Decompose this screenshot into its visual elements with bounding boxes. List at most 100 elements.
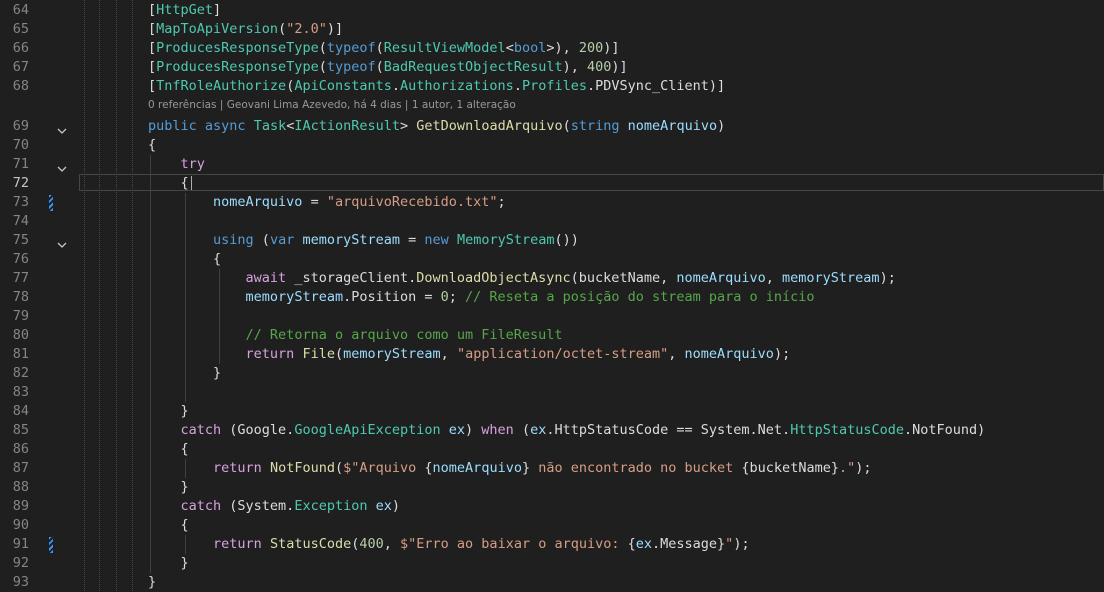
code-token: memoryStream <box>245 289 344 305</box>
code-token: _storageClient. <box>286 270 417 286</box>
code-token: Task <box>253 118 287 134</box>
code-token: HttpGet <box>156 2 214 18</box>
line-number: 72 <box>12 175 29 191</box>
code-line[interactable]: [ProducesResponseType(typeof(ResultViewM… <box>148 39 620 58</box>
code-line[interactable]: return StatusCode(400, $"Erro ao baixar … <box>148 535 750 554</box>
codelens-info[interactable]: 0 referências | Geovani Lima Azevedo, há… <box>148 98 516 112</box>
code-line[interactable]: await _storageClient.DownloadObjectAsync… <box>148 269 896 288</box>
code-line[interactable]: [TnfRoleAuthorize(ApiConstants.Authoriza… <box>148 77 725 96</box>
code-line[interactable]: } <box>148 573 156 592</box>
line-number: 75 <box>12 232 29 248</box>
code-token: } <box>521 460 531 476</box>
line-number: 81 <box>12 346 29 362</box>
code-token: return <box>245 346 295 362</box>
code-line[interactable]: [ProducesResponseType(typeof(BadRequestO… <box>148 58 628 77</box>
code-token: $"Erro ao baixar o arquivo: <box>400 536 628 552</box>
code-line[interactable]: { <box>148 174 189 193</box>
code-line[interactable]: catch (Google.GoogleApiException ex) whe… <box>148 421 986 440</box>
line-number: 74 <box>12 213 29 229</box>
indent-guide <box>184 193 186 402</box>
code-token: "arquivoRecebido.txt" <box>326 194 498 210</box>
code-line[interactable]: [MapToApiVersion("2.0")] <box>148 20 343 39</box>
code-token: < <box>505 40 514 56</box>
code-token: "application/octet-stream" <box>456 346 669 362</box>
code-token: >), <box>546 40 579 56</box>
line-number: 73 <box>12 194 29 210</box>
code-token: . <box>513 78 522 94</box>
code-line[interactable]: public async Task<IActionResult> GetDown… <box>148 117 725 136</box>
code-line[interactable]: } <box>148 402 189 421</box>
line-number: 93 <box>12 574 29 590</box>
code-token: Profiles <box>521 78 587 94</box>
line-number: 66 <box>12 40 29 56</box>
code-token: } <box>148 403 189 419</box>
code-token: )] <box>326 21 344 37</box>
line-number: 65 <box>12 21 29 37</box>
code-token: $"Arquivo <box>343 460 425 476</box>
code-token: ), <box>562 59 587 75</box>
code-token: ( <box>318 40 327 56</box>
line-number: 90 <box>12 517 29 533</box>
code-line[interactable]: [HttpGet] <box>148 1 221 20</box>
code-line[interactable]: using (var memoryStream = new MemoryStre… <box>148 231 579 250</box>
indent-guide <box>184 459 186 478</box>
code-token: "2.0" <box>286 21 327 37</box>
line-number: 82 <box>12 365 29 381</box>
code-token: string <box>570 118 620 134</box>
chevron-down-icon[interactable] <box>57 235 67 248</box>
code-token: ); <box>733 536 750 552</box>
code-line[interactable]: try <box>148 155 205 174</box>
code-line[interactable]: return File(memoryStream, "application/o… <box>148 345 791 364</box>
code-line[interactable]: { <box>148 440 189 459</box>
code-line[interactable]: { <box>148 516 189 535</box>
code-token: new <box>424 232 449 248</box>
code-token: ( <box>278 21 287 37</box>
code-line[interactable]: memoryStream.Position = 0; // Reseta a p… <box>148 288 815 307</box>
code-token: MemoryStream <box>456 232 555 248</box>
line-number: 78 <box>12 289 29 305</box>
code-editor[interactable]: 0 referências | Geovani Lima Azevedo, há… <box>0 0 1104 591</box>
code-token: , <box>765 270 783 286</box>
code-token: BadRequestObjectResult <box>383 59 563 75</box>
line-number: 69 <box>12 118 29 134</box>
code-line[interactable]: { <box>148 136 156 155</box>
line-number: 85 <box>12 422 29 438</box>
code-line[interactable]: } <box>148 478 189 497</box>
code-line[interactable]: return NotFound($"Arquivo {nomeArquivo} … <box>148 459 872 478</box>
indent-guide <box>184 535 186 554</box>
text-caret <box>191 176 192 190</box>
code-token: return <box>213 536 262 552</box>
code-token: [ <box>148 2 157 18</box>
code-token: catch <box>180 422 222 438</box>
line-number: 84 <box>12 403 29 419</box>
line-number: 88 <box>12 479 29 495</box>
line-number: 91 <box>12 536 29 552</box>
code-token: MapToApiVersion <box>156 21 279 37</box>
change-marker <box>49 195 53 211</box>
code-token: } <box>148 479 189 495</box>
code-token: GetDownloadArquivo <box>416 118 563 134</box>
code-token: . <box>391 78 401 94</box>
code-line[interactable]: catch (System.Exception ex) <box>148 497 401 516</box>
code-line[interactable]: nomeArquivo = "arquivoRecebido.txt"; <box>148 193 506 212</box>
chevron-down-icon[interactable] <box>57 121 67 134</box>
chevron-down-icon[interactable] <box>57 159 67 172</box>
line-number: 68 <box>12 78 29 94</box>
code-token: ); <box>855 460 872 476</box>
code-token: não encontrado no bucket <box>530 460 742 476</box>
code-token: GoogleApiException <box>294 422 441 438</box>
code-token: { <box>627 536 636 552</box>
code-line[interactable]: } <box>148 554 189 573</box>
code-token: ; <box>448 289 466 305</box>
code-line[interactable]: // Retorna o arquivo como um FileResult <box>148 326 563 345</box>
